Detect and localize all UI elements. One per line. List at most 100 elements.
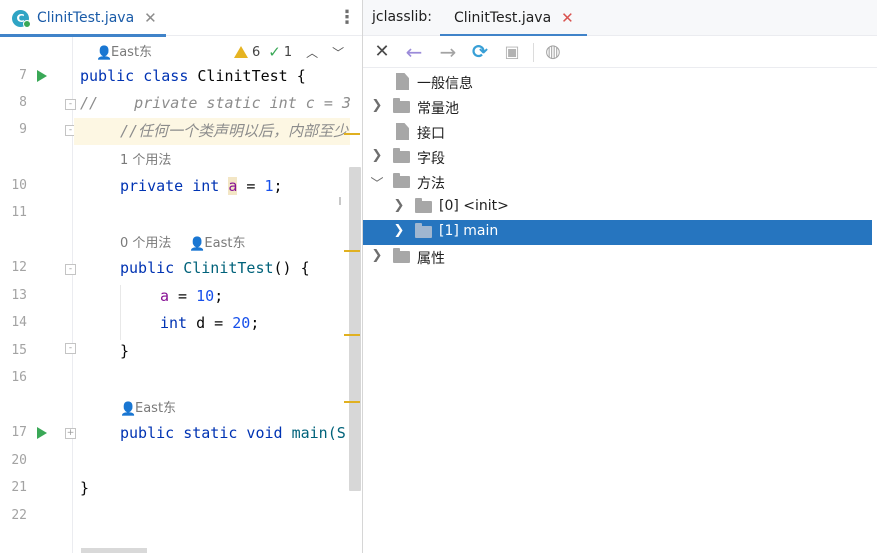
line-number: 22 [11, 508, 27, 523]
keyword: public class [80, 67, 189, 85]
browser-icon[interactable]: ◍ [541, 40, 565, 64]
author-hint: 👤East东 [96, 41, 153, 61]
tree-item-attributes[interactable]: ❯ 属性 [363, 245, 872, 270]
line-number: 14 [11, 315, 27, 330]
author-hint: 👤East东 [120, 397, 177, 417]
jclasslib-toolbar: ✕ ← → ⟳ ▣ ◍ [363, 36, 877, 68]
inspections-widget[interactable]: 6 ✓ 1 ︿ ﹀ [234, 43, 344, 61]
tree-item-method-init[interactable]: ❯ [0] <init> [363, 195, 872, 220]
tree-item-label: 字段 [417, 151, 445, 167]
variable: d = [187, 314, 233, 332]
tree-item-methods[interactable]: ﹀ 方法 [363, 170, 872, 195]
refresh-icon[interactable]: ⟳ [468, 40, 492, 64]
keyword: public static void [120, 424, 283, 442]
line-number: 16 [11, 370, 27, 385]
folder-icon [393, 98, 410, 113]
horizontal-scrollbar[interactable] [81, 548, 147, 553]
chevron-down-icon[interactable]: ﹀ [332, 44, 344, 61]
tree-item-label: 属性 [417, 251, 445, 267]
line-number: 11 [11, 205, 27, 220]
usages-author-hint: 0 个用法 👤East东 [120, 232, 245, 252]
file-icon [396, 123, 409, 140]
close-icon[interactable]: ✕ [144, 9, 157, 27]
folder-icon [415, 223, 432, 238]
tree-item-label: 接口 [417, 126, 445, 142]
warning-stripe[interactable] [344, 401, 360, 403]
close-icon[interactable]: ✕ [561, 9, 574, 27]
chevron-right-icon[interactable]: ❯ [392, 223, 406, 238]
tree-item-label: 一般信息 [417, 76, 473, 92]
line-number: 8 [19, 95, 27, 110]
folder-icon [415, 198, 432, 213]
code-area[interactable]: 👤East东 6 ✓ 1 ︿ ﹀ public class ClinitTest… [74, 37, 350, 553]
operator: = [169, 287, 197, 305]
code-line-15: } [120, 342, 130, 360]
warning-stripe[interactable] [344, 133, 360, 135]
line-number: 21 [11, 480, 27, 495]
keyword: private int [120, 177, 220, 195]
tree-item-label: [1] main [439, 223, 499, 239]
tab-jclasslib-clinittest[interactable]: ClinitTest.java ✕ [440, 0, 587, 37]
warning-icon [234, 46, 248, 58]
chevron-up-icon[interactable]: ︿ [306, 44, 318, 61]
run-class-icon[interactable] [37, 70, 47, 82]
author-name: East东 [135, 401, 177, 416]
usages-count[interactable]: 0 个用法 [120, 236, 171, 251]
warning-stripe[interactable] [344, 334, 360, 336]
back-arrow-icon[interactable]: ← [402, 40, 426, 64]
warning-stripe[interactable] [344, 250, 360, 252]
person-icon: 👤 [96, 46, 113, 61]
line-number: 17 [11, 425, 27, 440]
jclasslib-tab-bar: jclasslib: ClinitTest.java ✕ [363, 0, 877, 37]
tree-item-interfaces[interactable]: 接口 [363, 120, 872, 145]
tree-item-method-main[interactable]: ❯ [1] main [363, 220, 872, 245]
author-name: East东 [111, 45, 153, 60]
tree-item-label: 常量池 [417, 101, 459, 117]
line-number: 15 [11, 343, 27, 358]
class-name: ClinitTest { [197, 67, 306, 85]
vertical-scrollbar[interactable] [349, 167, 361, 491]
more-options-icon[interactable]: ⋮ [337, 7, 357, 29]
code-line-7: public class ClinitTest { [80, 66, 306, 86]
method-name: main(S [291, 424, 346, 442]
folder-icon [393, 148, 410, 163]
run-main-icon[interactable] [37, 427, 47, 439]
save-icon[interactable]: ▣ [500, 40, 524, 64]
tab-label: ClinitTest.java [454, 10, 552, 26]
chevron-right-icon[interactable]: ❯ [370, 98, 384, 113]
folder-icon [393, 248, 410, 263]
indent-guide [120, 285, 121, 340]
code-editor: C ClinitTest.java ✕ ⋮ 7 8 9 10 11 12 13 … [0, 0, 362, 553]
line-number: 9 [19, 122, 27, 137]
chevron-right-icon[interactable]: ❯ [370, 248, 384, 263]
jclasslib-title: jclasslib: [372, 9, 433, 25]
code-line-10: private int a = 1; [120, 176, 283, 196]
tree-item-constant-pool[interactable]: ❯ 常量池 [363, 95, 872, 120]
forward-arrow-icon[interactable]: → [436, 40, 460, 64]
line-number: 12 [11, 260, 27, 275]
chevron-down-icon[interactable]: ﹀ [370, 173, 384, 192]
person-icon: 👤 [189, 237, 206, 252]
code-line-17: public static void main(S [120, 423, 346, 443]
constructor-name: ClinitTest [183, 259, 274, 277]
line-number: 10 [11, 178, 27, 193]
file-icon [396, 73, 409, 90]
person-icon: 👤 [120, 402, 137, 417]
tree-item-fields[interactable]: ❯ 字段 [363, 145, 872, 170]
close-icon[interactable]: ✕ [370, 40, 394, 64]
tab-clinittest-java[interactable]: C ClinitTest.java ✕ [0, 0, 166, 37]
code-line-12: public ClinitTest() { [120, 258, 310, 278]
code-line-9: //任何一个类声明以后，内部至少 [120, 122, 349, 140]
chevron-right-icon[interactable]: ❯ [392, 198, 406, 213]
number-literal: 10 [196, 287, 215, 305]
keyword: public [120, 259, 175, 277]
editor-tab-bar: C ClinitTest.java ✕ ⋮ [0, 0, 362, 37]
field-name: a [160, 287, 170, 305]
scroll-marker [339, 197, 341, 205]
line-number: 20 [11, 453, 27, 468]
chevron-right-icon[interactable]: ❯ [370, 148, 384, 163]
tree-item-general-info[interactable]: 一般信息 [363, 70, 872, 95]
toolbar-separator [533, 43, 534, 62]
tab-label: ClinitTest.java [37, 10, 135, 26]
usages-hint[interactable]: 1 个用法 [120, 149, 171, 168]
